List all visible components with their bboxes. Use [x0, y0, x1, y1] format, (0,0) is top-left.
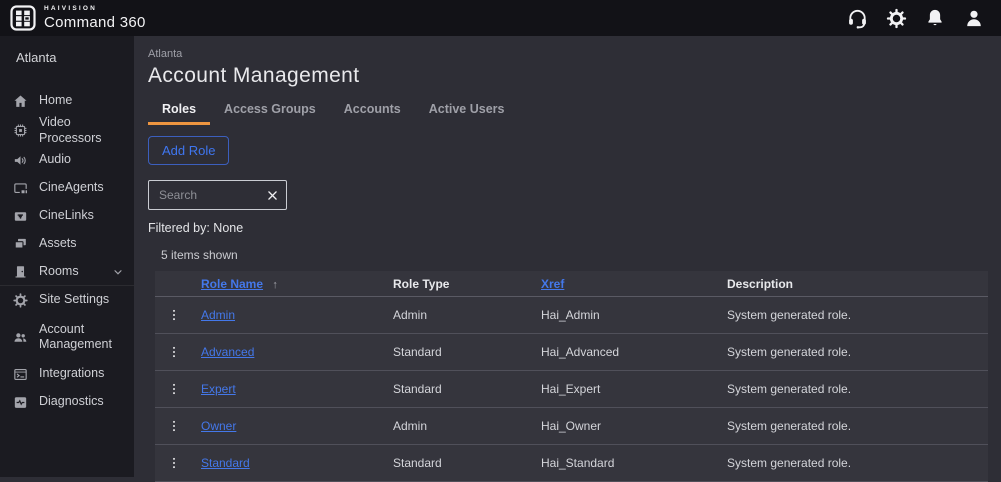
- table-row: Admin Admin Hai_Admin System generated r…: [155, 297, 988, 334]
- brand: HAIVISION Command 360: [10, 5, 146, 31]
- terminal-icon: [12, 366, 29, 383]
- sidebar-item-account-management[interactable]: Account Management: [0, 314, 134, 360]
- search-box: [148, 180, 287, 210]
- row-menu-kebab-icon[interactable]: [164, 453, 184, 473]
- speaker-icon: [12, 152, 29, 169]
- description-cell: System generated role.: [727, 419, 852, 433]
- role-name-link[interactable]: Advanced: [201, 345, 254, 359]
- sidebar-item-diagnostics[interactable]: Diagnostics: [0, 388, 134, 416]
- xref-cell: Hai_Owner: [541, 419, 602, 433]
- filtered-by-label: Filtered by: None: [148, 221, 244, 235]
- door-icon: [12, 263, 29, 280]
- notifications-bell-icon[interactable]: [922, 5, 948, 31]
- main-content: Atlanta Account Management Roles Access …: [134, 36, 1001, 482]
- brand-small-text: HAIVISION: [44, 5, 98, 13]
- tab-active-users[interactable]: Active Users: [415, 97, 519, 125]
- support-headset-icon[interactable]: [844, 5, 870, 31]
- home-icon: [12, 93, 29, 110]
- breadcrumb: Atlanta: [148, 48, 183, 60]
- xref-cell: Hai_Standard: [541, 456, 615, 470]
- tab-accounts[interactable]: Accounts: [330, 97, 415, 125]
- sidebar-item-cineagents[interactable]: CineAgents: [0, 174, 134, 202]
- row-menu-kebab-icon[interactable]: [164, 379, 184, 399]
- gear-icon: [12, 292, 29, 309]
- description-cell: System generated role.: [727, 345, 852, 359]
- roles-table: Role Name ↑ Role Type Xref Description A…: [155, 271, 988, 482]
- role-type-cell: Standard: [393, 456, 442, 470]
- role-name-link[interactable]: Admin: [201, 308, 235, 322]
- sidebar-item-assets[interactable]: Assets: [0, 230, 134, 258]
- chip-icon: [12, 122, 29, 139]
- row-menu-kebab-icon[interactable]: [164, 305, 184, 325]
- brand-name-text: Command 360: [44, 13, 146, 31]
- page-title: Account Management: [148, 64, 360, 87]
- table-header-row: Role Name ↑ Role Type Xref Description: [155, 271, 988, 297]
- tab-roles[interactable]: Roles: [148, 97, 211, 125]
- sidebar-item-home[interactable]: Home: [0, 87, 134, 115]
- description-cell: System generated role.: [727, 308, 852, 322]
- table-row: Advanced Standard Hai_Advanced System ge…: [155, 334, 988, 371]
- sidebar-item-video-processors[interactable]: Video Processors: [0, 115, 134, 146]
- ethernet-port-icon: [12, 208, 29, 225]
- people-icon: [12, 329, 29, 346]
- role-type-cell: Standard: [393, 382, 442, 396]
- sort-ascending-icon: ↑: [272, 278, 278, 291]
- xref-cell: Hai_Expert: [541, 382, 601, 396]
- description-cell: System generated role.: [727, 456, 852, 470]
- role-type-cell: Admin: [393, 419, 428, 433]
- settings-gear-icon[interactable]: [883, 5, 909, 31]
- tab-bar: Roles Access Groups Accounts Active User…: [148, 97, 1001, 125]
- table-row: Owner Admin Hai_Owner System generated r…: [155, 408, 988, 445]
- sidebar-nav: Home Video Processors Audio CineAgents C…: [0, 75, 134, 416]
- sidebar: Atlanta Home Video Processors Audio Cine…: [0, 36, 134, 477]
- tab-access-groups[interactable]: Access Groups: [210, 97, 330, 125]
- topbar-icons: [844, 5, 987, 31]
- role-type-cell: Standard: [393, 345, 442, 359]
- stacked-assets-icon: [12, 236, 29, 253]
- window-agents-icon: [12, 180, 29, 197]
- xref-cell: Hai_Advanced: [541, 345, 620, 359]
- sidebar-site-label: Atlanta: [16, 50, 57, 65]
- items-shown-label: 5 items shown: [161, 248, 238, 262]
- sidebar-item-integrations[interactable]: Integrations: [0, 360, 134, 388]
- chevron-down-icon[interactable]: [112, 266, 124, 278]
- role-name-link[interactable]: Expert: [201, 382, 236, 396]
- xref-cell: Hai_Admin: [541, 308, 600, 322]
- pulse-chart-icon: [12, 394, 29, 411]
- clear-search-icon[interactable]: [264, 187, 280, 203]
- topbar: HAIVISION Command 360: [0, 0, 1001, 36]
- sidebar-item-audio[interactable]: Audio: [0, 146, 134, 174]
- account-person-icon[interactable]: [961, 5, 987, 31]
- row-menu-kebab-icon[interactable]: [164, 342, 184, 362]
- column-description: Description: [727, 276, 794, 291]
- description-cell: System generated role.: [727, 382, 852, 396]
- table-row: Expert Standard Hai_Expert System genera…: [155, 371, 988, 408]
- column-xref[interactable]: Xref: [541, 277, 564, 291]
- role-name-link[interactable]: Owner: [201, 419, 236, 433]
- row-menu-kebab-icon[interactable]: [164, 416, 184, 436]
- sidebar-item-site-settings[interactable]: Site Settings: [0, 286, 134, 314]
- table-row: Standard Standard Hai_Standard System ge…: [155, 445, 988, 482]
- role-name-link[interactable]: Standard: [201, 456, 250, 470]
- sidebar-item-cinelinks[interactable]: CineLinks: [0, 202, 134, 230]
- sidebar-item-rooms[interactable]: Rooms: [0, 258, 134, 287]
- haivision-logo-icon: [10, 5, 36, 31]
- add-role-button[interactable]: Add Role: [148, 136, 230, 165]
- column-role-type: Role Type: [393, 276, 450, 291]
- role-type-cell: Admin: [393, 308, 428, 322]
- column-role-name[interactable]: Role Name: [201, 277, 263, 291]
